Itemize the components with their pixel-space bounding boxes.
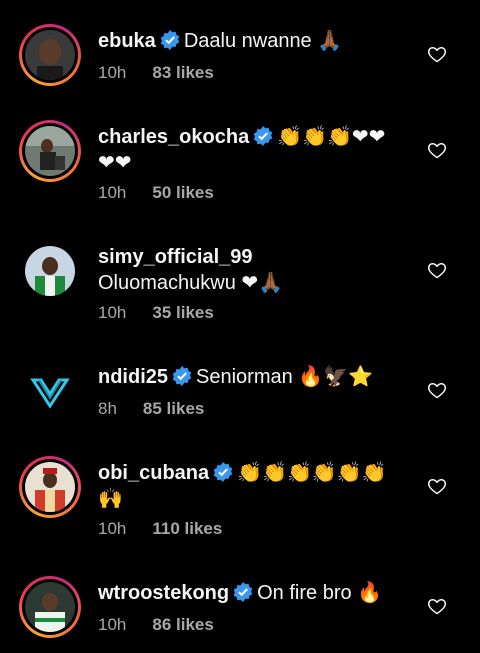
like-heart-icon[interactable] <box>427 44 447 64</box>
verified-badge-icon <box>253 126 273 146</box>
comment-likes[interactable]: 83 likes <box>152 63 213 82</box>
comment-username[interactable]: ndidi25 <box>98 366 168 388</box>
avatar[interactable] <box>19 360 81 422</box>
comment-likes[interactable]: 110 likes <box>152 519 222 538</box>
verified-badge-icon <box>172 366 192 386</box>
avatar-ndidi-logo-image <box>25 366 75 416</box>
comment-likes[interactable]: 85 likes <box>143 399 204 418</box>
comment-time: 10h <box>98 63 127 82</box>
comment-text: 👏👏👏👏👏👏 <box>237 462 387 484</box>
comment-text: Seniorman 🔥🦅⭐ <box>196 366 373 388</box>
comment-text: 👏👏👏❤❤ <box>277 126 386 148</box>
comment-time: 10h <box>98 303 127 322</box>
avatar-obi-image <box>25 462 75 512</box>
comment-likes[interactable]: 86 likes <box>152 615 213 634</box>
avatar-troost-image <box>25 582 75 632</box>
comment-text: Oluomachukwu ❤🙏🏾 <box>98 272 284 294</box>
like-heart-icon[interactable] <box>427 380 447 400</box>
avatar[interactable] <box>19 120 81 182</box>
avatar-ebuka-image <box>25 30 75 80</box>
comment-time: 10h <box>98 183 127 202</box>
comment-username[interactable]: simy_official_99 <box>98 246 253 268</box>
comment-likes[interactable]: 50 likes <box>152 183 213 202</box>
comment-username[interactable]: wtroostekong <box>98 582 229 604</box>
comment-username[interactable]: charles_okocha <box>98 126 249 148</box>
comment-username[interactable]: obi_cubana <box>98 462 209 484</box>
like-heart-icon[interactable] <box>427 596 447 616</box>
avatar[interactable] <box>19 456 81 518</box>
comment-text: On fire bro 🔥 <box>257 582 383 604</box>
comment-time: 10h <box>98 519 127 538</box>
avatar[interactable] <box>19 576 81 638</box>
like-heart-icon[interactable] <box>427 260 447 280</box>
verified-badge-icon <box>233 582 253 602</box>
comment-likes[interactable]: 35 likes <box>152 303 213 322</box>
verified-badge-icon <box>213 462 233 482</box>
verified-badge-icon <box>160 30 180 50</box>
comment-time: 10h <box>98 615 127 634</box>
comment-text-continued: ❤❤ <box>98 152 132 174</box>
like-heart-icon[interactable] <box>427 140 447 160</box>
comment-text-continued: 🙌 <box>98 488 123 510</box>
comment-text: Daalu nwanne 🙏🏾 <box>183 30 343 52</box>
avatar-charles-image <box>25 126 75 176</box>
avatar-simy-image <box>25 246 75 296</box>
avatar[interactable] <box>19 24 81 86</box>
like-heart-icon[interactable] <box>427 476 447 496</box>
comment-time: 8h <box>98 399 117 418</box>
comment-username[interactable]: ebuka <box>98 30 156 52</box>
avatar[interactable] <box>19 240 81 302</box>
